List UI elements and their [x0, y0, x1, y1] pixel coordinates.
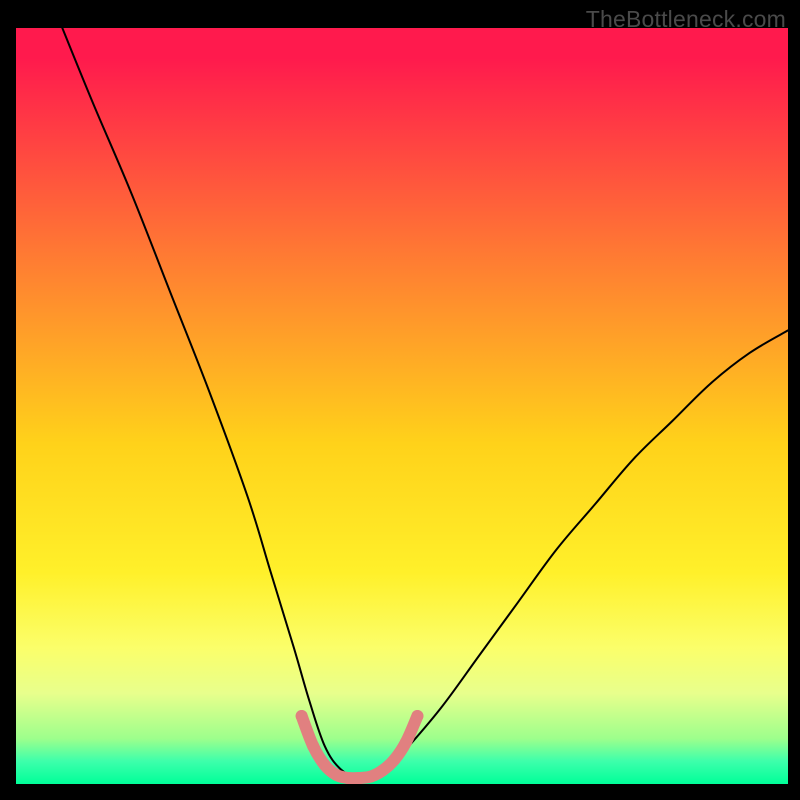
trough-highlight-dot [296, 710, 308, 722]
trough-highlight-dot [411, 710, 423, 722]
watermark-text: TheBottleneck.com [586, 6, 786, 33]
trough-highlight-dot [307, 740, 319, 752]
trough-highlight-dot [388, 754, 400, 766]
trough-highlight-dot [319, 759, 331, 771]
plot-background-gradient [16, 28, 788, 784]
trough-highlight-dot [330, 769, 342, 781]
trough-highlight-dot [354, 772, 366, 784]
trough-highlight-dot [342, 772, 354, 784]
bottleneck-chart [0, 0, 800, 800]
trough-highlight-dot [377, 764, 389, 776]
chart-stage: TheBottleneck.com [0, 0, 800, 800]
trough-highlight-dot [365, 770, 377, 782]
trough-highlight-dot [400, 736, 412, 748]
